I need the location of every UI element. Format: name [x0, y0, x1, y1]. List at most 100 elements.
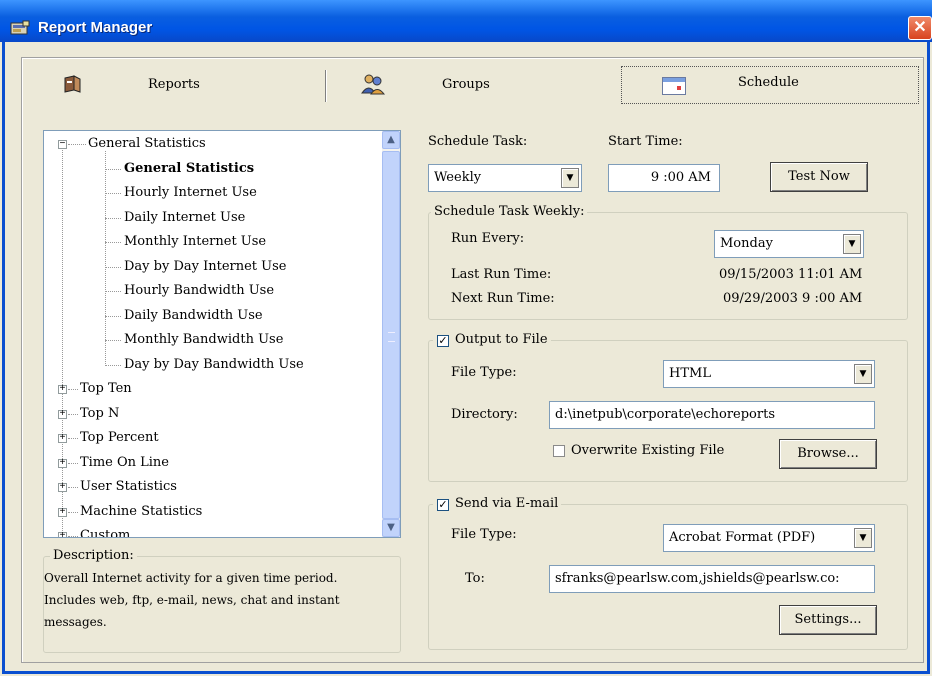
tab-groups-label: Groups: [442, 77, 490, 92]
schedule-task-label: Schedule Task:: [428, 134, 528, 149]
output-file-type-label: File Type:: [451, 365, 517, 380]
tree-connector: [105, 168, 121, 170]
to-label: To:: [465, 571, 485, 586]
schedule-task-select[interactable]: Weekly ▼: [428, 164, 582, 192]
tree-item[interactable]: Daily Bandwidth Use: [124, 305, 263, 327]
dropdown-arrow-icon[interactable]: ▼: [561, 168, 579, 188]
report-tree[interactable]: ▲ ▼ − General Statistics General Statistic…: [43, 130, 401, 538]
output-file-type-value: HTML: [669, 366, 711, 381]
tree-item[interactable]: Hourly Bandwidth Use: [124, 280, 274, 302]
title-bar[interactable]: Report Manager ✕: [0, 0, 932, 42]
description-line: Includes web, ftp, e-mail, news, chat an…: [44, 593, 340, 607]
tab-schedule[interactable]: Schedule: [621, 66, 919, 104]
email-file-type-label: File Type:: [451, 527, 517, 542]
report-manager-window: Report Manager ✕ Reports Groups Schedule: [0, 0, 932, 676]
dropdown-arrow-icon[interactable]: ▼: [843, 234, 861, 254]
tree-connector: [68, 511, 78, 513]
browse-button[interactable]: Browse...: [779, 439, 877, 469]
start-time-value: 9 :00 AM: [650, 170, 711, 185]
expand-icon[interactable]: +: [58, 483, 67, 493]
expand-icon[interactable]: +: [58, 385, 67, 395]
last-run-label: Last Run Time:: [451, 267, 552, 282]
tree-item-category[interactable]: Custom: [80, 525, 130, 537]
tree-connector: [105, 242, 121, 243]
tree-item-category[interactable]: Top N: [80, 403, 119, 425]
collapse-icon[interactable]: −: [58, 140, 67, 150]
calendar-icon: [662, 77, 686, 95]
dropdown-arrow-icon[interactable]: ▼: [854, 364, 872, 384]
output-file-checkbox[interactable]: ✓: [437, 335, 449, 347]
tree-item-category[interactable]: Top Percent: [80, 427, 159, 449]
output-file-type-select[interactable]: HTML ▼: [663, 360, 875, 388]
tree-item-category[interactable]: Machine Statistics: [80, 501, 202, 523]
settings-label: Settings...: [794, 612, 862, 627]
tree-connector: [68, 389, 78, 390]
email-file-type-value: Acrobat Format (PDF): [669, 530, 816, 545]
run-every-select[interactable]: Monday ▼: [714, 230, 864, 258]
description-line: Overall Internet activity for a given ti…: [44, 571, 338, 585]
tree-item[interactable]: Monthly Internet Use: [124, 231, 266, 253]
tree-connector: [68, 438, 78, 439]
description-legend: Description:: [50, 548, 137, 564]
to-input[interactable]: sfranks@pearlsw.com,jshields@pearlsw.co:: [549, 565, 875, 593]
tree-connector: [68, 144, 86, 145]
tree-connector: [68, 462, 78, 464]
start-time-label: Start Time:: [608, 134, 683, 149]
output-file-legend: Output to File: [433, 332, 551, 348]
expand-icon[interactable]: +: [58, 458, 67, 468]
tree-connector: [105, 340, 121, 341]
scroll-up-button[interactable]: ▲: [382, 131, 400, 149]
reports-icon: [64, 75, 81, 93]
email-file-type-select[interactable]: Acrobat Format (PDF) ▼: [663, 524, 875, 552]
tree-item[interactable]: General Statistics: [124, 158, 254, 180]
scroll-up-icon: ▲: [387, 134, 395, 145]
email-checkbox[interactable]: ✓: [437, 499, 449, 511]
overwrite-checkbox[interactable]: [553, 445, 565, 457]
tree-scrollbar[interactable]: ▲ ▼: [382, 131, 400, 537]
next-run-value: 09/29/2003 9 :00 AM: [723, 291, 863, 306]
expand-icon[interactable]: +: [58, 507, 67, 517]
tree-item[interactable]: Daily Internet Use: [124, 207, 245, 229]
tree-item[interactable]: Hourly Internet Use: [124, 182, 257, 204]
tree-connector: [62, 150, 63, 537]
tree-connector: [105, 364, 121, 366]
close-button[interactable]: ✕: [908, 16, 932, 40]
last-run-value: 09/15/2003 11:01 AM: [719, 267, 863, 282]
test-now-button[interactable]: Test Now: [770, 162, 868, 192]
tree-connector: [105, 291, 121, 292]
dropdown-arrow-icon[interactable]: ▼: [854, 528, 872, 548]
email-legend: Send via E-mail: [433, 496, 562, 512]
scroll-down-icon: ▼: [387, 522, 395, 533]
tree-item-category[interactable]: Top Ten: [80, 378, 132, 400]
run-every-label: Run Every:: [451, 231, 525, 246]
tree-item[interactable]: Day by Day Bandwidth Use: [124, 354, 304, 376]
description-line: messages.: [44, 615, 107, 629]
start-time-input[interactable]: 9 :00 AM: [608, 164, 720, 192]
tree-connector: [105, 217, 121, 219]
next-run-label: Next Run Time:: [451, 291, 555, 306]
tab-schedule-label: Schedule: [738, 75, 799, 90]
scroll-down-button[interactable]: ▼: [382, 519, 400, 537]
settings-button[interactable]: Settings...: [779, 605, 877, 635]
expand-icon[interactable]: +: [58, 532, 67, 537]
schedule-weekly-group: Schedule Task Weekly: Run Every: Monday …: [428, 204, 908, 320]
directory-input[interactable]: d:\inetpub\corporate\echoreports: [549, 401, 875, 429]
scroll-thumb[interactable]: [382, 151, 400, 519]
expand-icon[interactable]: +: [58, 409, 67, 419]
tree-connector: [68, 413, 78, 415]
email-group: Send via E-mail ✓ File Type: Acrobat For…: [428, 496, 908, 650]
tree-item-category[interactable]: User Statistics: [80, 476, 177, 498]
tab-reports[interactable]: Reports: [60, 66, 310, 104]
directory-label: Directory:: [451, 407, 518, 422]
window-title: Report Manager: [38, 19, 153, 36]
tree-item[interactable]: Day by Day Internet Use: [124, 256, 286, 278]
tree-item-category[interactable]: Time On Line: [80, 452, 169, 474]
tree-item[interactable]: Monthly Bandwidth Use: [124, 329, 283, 351]
tab-groups[interactable]: Groups: [360, 66, 600, 104]
expand-icon[interactable]: +: [58, 434, 67, 444]
tab-reports-label: Reports: [148, 77, 200, 92]
tree-connector: [105, 315, 121, 317]
tree-connector: [105, 193, 121, 194]
tree-connector: [68, 536, 78, 537]
browse-label: Browse...: [797, 446, 859, 461]
